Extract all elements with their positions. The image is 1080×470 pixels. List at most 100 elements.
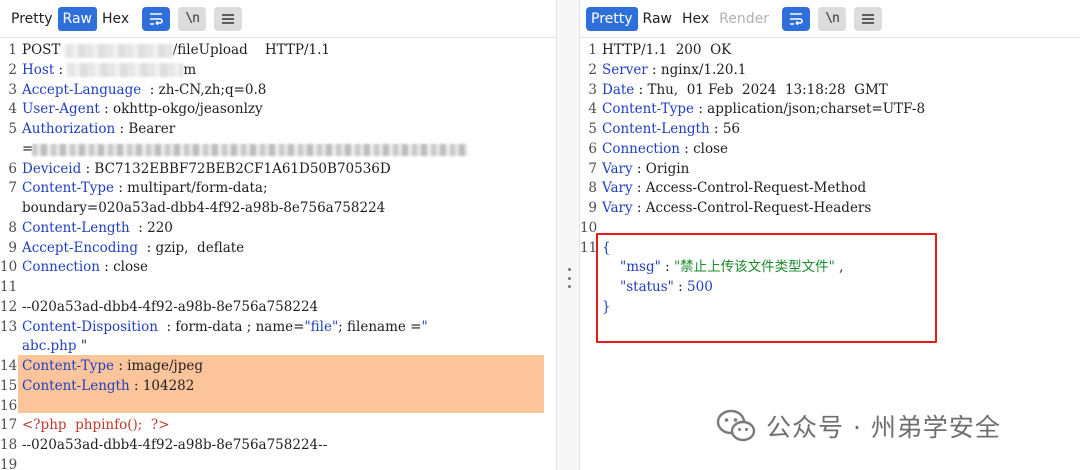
- code-token: :: [634, 81, 648, 98]
- line-number: 8: [8, 219, 17, 236]
- line-number: 1: [588, 42, 597, 58]
- tab-hex[interactable]: Hex: [97, 7, 134, 31]
- code-token: :: [709, 121, 723, 137]
- line-number: 7: [588, 160, 597, 177]
- code-token: Content-Disposition: [22, 318, 158, 335]
- show-newlines-button[interactable]: \n: [178, 6, 207, 31]
- wrap-lines-button[interactable]: [782, 6, 811, 31]
- code-token: /fileUpload HTTP/1.1: [172, 42, 331, 58]
- code-token: Content-Type: [22, 358, 115, 374]
- line-number: 17: [0, 417, 18, 434]
- code-token: :: [99, 101, 113, 118]
- handle-dot: [567, 276, 571, 280]
- code-token: 104282: [142, 377, 195, 394]
- code-token: Date: [602, 81, 635, 98]
- menu-button[interactable]: [854, 6, 883, 31]
- code-line: 3 Date : Thu, 01 Feb 2024 13:18:28 GMT: [580, 81, 1080, 101]
- code-token: HTTP/1.1 200 OK: [602, 42, 732, 58]
- line-number: 11: [0, 279, 18, 295]
- redacted-host: [67, 63, 184, 78]
- tab-hex[interactable]: Hex: [677, 7, 714, 31]
- wechat-logo-icon: [716, 409, 756, 442]
- tab-raw[interactable]: Raw: [57, 6, 97, 31]
- code-line: 9 Accept-Encoding : gzip, deflate: [0, 239, 556, 259]
- code-token: :: [129, 219, 148, 236]
- code-token: Content-Type: [602, 101, 695, 118]
- hamburger-icon: [222, 13, 235, 24]
- drag-handle-icon[interactable]: [565, 268, 573, 288]
- watermark: 公众号 · 州弟学安全: [716, 406, 1001, 446]
- code-token: Connection: [602, 140, 680, 157]
- pane-splitter[interactable]: [556, 0, 580, 470]
- code-token: 220: [147, 219, 173, 236]
- code-token: :: [81, 160, 95, 177]
- line-number: 11: [580, 239, 598, 256]
- code-token: :: [679, 140, 694, 157]
- code-token: :: [138, 239, 156, 256]
- code-line: 6 Connection : close: [580, 140, 1080, 160]
- request-view-tabs: Pretty Raw Hex: [6, 6, 134, 31]
- code-token: :: [632, 200, 646, 216]
- code-token: close: [693, 140, 729, 157]
- watermark-text: 公众号 · 州弟学安全: [766, 413, 1001, 442]
- handle-dot: [567, 285, 571, 288]
- code-line: 13 Content-Disposition : form-data ; name…: [0, 318, 556, 338]
- code-token: 56: [722, 121, 740, 137]
- tab-render[interactable]: Render: [714, 7, 774, 31]
- code-token: Access-Control-Request-Headers: [645, 200, 872, 216]
- code-token: --020a53ad-dbb4-4f92-a98b-8e756a758224--: [22, 437, 328, 453]
- tab-pretty[interactable]: Pretty: [6, 7, 58, 31]
- code-line: 2 Host : m: [0, 61, 556, 81]
- line-number: 8: [588, 180, 597, 197]
- menu-button[interactable]: [214, 6, 243, 31]
- handle-dot: [567, 268, 571, 271]
- code-token: Accept-Encoding: [22, 239, 139, 256]
- code-line: 4 User-Agent : okhttp-okgo/jeasonlzy: [0, 100, 556, 120]
- code-token: Content-Length: [22, 219, 130, 236]
- code-line: 5 Authorization : Bearer: [0, 120, 556, 140]
- line-number: 15: [0, 377, 18, 394]
- tab-raw[interactable]: Raw: [638, 7, 677, 31]
- newline-icon: \n: [185, 11, 200, 26]
- line-number: 9: [8, 239, 17, 256]
- code-token: Accept-Language: [22, 81, 142, 98]
- code-token: Content-Length: [22, 377, 130, 394]
- line-number: 16: [0, 397, 18, 414]
- line-number: 19: [0, 456, 18, 470]
- line-number: 2: [588, 61, 597, 78]
- code-token: okhttp-okgo/jeasonlzy: [112, 101, 263, 118]
- wrap-lines-button[interactable]: [142, 6, 171, 31]
- code-token: Server: [602, 61, 648, 78]
- code-line: 4 Content-Type : application/json;charset…: [580, 100, 1080, 120]
- code-token: ; filename =: [338, 318, 422, 335]
- code-token: :: [129, 377, 143, 394]
- show-newlines-button[interactable]: \n: [818, 6, 847, 31]
- line-number: 14: [0, 358, 18, 374]
- code-line: 1 HTTP/1.1 200 OK: [580, 41, 1080, 61]
- code-token: Thu, 01 Feb 2024 13:18:28 GMT: [647, 81, 888, 98]
- wrap-lines-icon: [790, 12, 803, 25]
- code-line: 1 POST /fileUpload HTTP/1.1: [0, 41, 556, 61]
- code-token: :: [54, 61, 68, 78]
- code-token: abc.php: [22, 338, 77, 355]
- code-token: User-Agent: [22, 101, 100, 118]
- line-number: 2: [8, 61, 17, 78]
- code-token: close: [113, 259, 149, 276]
- newline-icon: \n: [825, 11, 840, 26]
- code-line: 3 Accept-Language : zh-CN,zh;q=0.8: [0, 81, 556, 101]
- code-token: Vary: [602, 160, 633, 177]
- code-token: Deviceid: [22, 160, 82, 177]
- response-view-tabs: Pretty Raw Hex Render: [586, 6, 774, 31]
- code-line: 2 Server : nginx/1.20.1: [580, 61, 1080, 81]
- tab-pretty[interactable]: Pretty: [586, 6, 638, 31]
- code-token: :: [632, 160, 646, 177]
- code-line: 5 Content-Length : 56: [580, 120, 1080, 140]
- code-line: 10 Connection : close: [0, 258, 556, 278]
- code-token: :: [157, 318, 176, 335]
- code-token: --020a53ad-dbb4-4f92-a98b-8e756a758224: [22, 298, 319, 315]
- code-line: 19: [0, 456, 556, 470]
- request-editor[interactable]: 1 POST /fileUpload HTTP/1.1 2 Host : m 3 Ac…: [0, 41, 556, 470]
- code-line: 8 Vary : Access-Control-Request-Method: [580, 179, 1080, 199]
- code-line: 12 --020a53ad-dbb4-4f92-a98b-8e756a758224: [0, 298, 556, 318]
- code-token: Vary: [602, 180, 633, 197]
